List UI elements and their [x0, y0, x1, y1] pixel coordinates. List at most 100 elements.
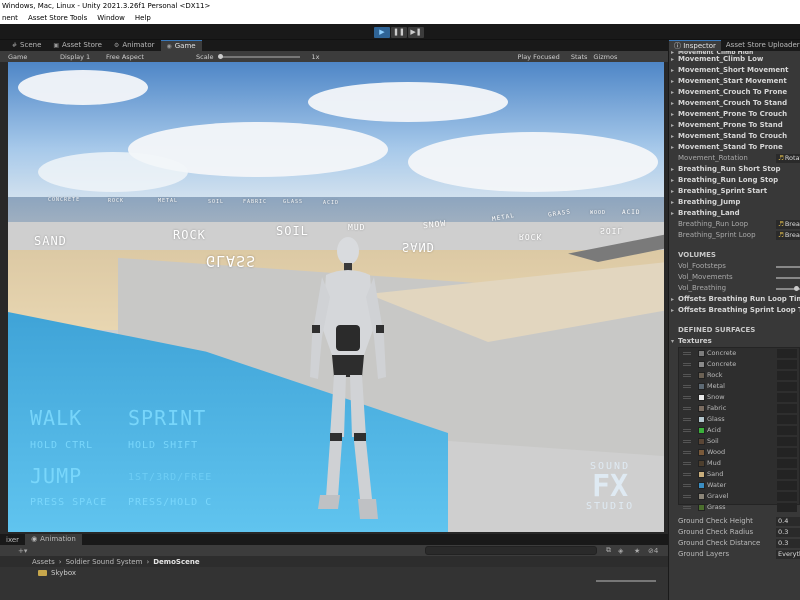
volume-slider[interactable] — [776, 286, 800, 291]
texture-field[interactable] — [777, 360, 797, 369]
foldout-item[interactable]: Movement_Stand To Prone — [669, 142, 800, 153]
game-viewport[interactable]: CONCRETE ROCK METAL SOIL FABRIC GLASS AC… — [8, 62, 664, 532]
texture-field[interactable] — [777, 382, 797, 391]
menu-window[interactable]: Window — [97, 12, 125, 24]
star-icon[interactable]: ★ — [634, 547, 640, 555]
breadcrumb-soldier-sound-system[interactable]: Soldier Sound System — [66, 558, 143, 566]
drag-handle-icon[interactable] — [683, 396, 691, 399]
texture-row[interactable]: Glass — [679, 414, 799, 425]
drag-handle-icon[interactable] — [683, 440, 691, 443]
foldout-item[interactable]: Movement_Start Movement — [669, 76, 800, 87]
drag-handle-icon[interactable] — [683, 506, 691, 509]
foldout-item[interactable]: Movement_Climb Low — [669, 54, 800, 65]
foldout-item[interactable]: Movement_Prone To Crouch — [669, 109, 800, 120]
texture-row[interactable]: Soil — [679, 436, 799, 447]
texture-field[interactable] — [777, 393, 797, 402]
texture-field[interactable] — [777, 404, 797, 413]
menu-asset-store-tools[interactable]: Asset Store Tools — [28, 12, 87, 24]
texture-row[interactable]: Wood — [679, 447, 799, 458]
texture-field[interactable] — [777, 470, 797, 479]
folder-skybox[interactable]: Skybox — [38, 569, 76, 577]
volume-slider[interactable] — [776, 277, 800, 279]
foldout-item[interactable]: Breathing_Land — [669, 208, 800, 219]
foldout-item[interactable]: Movement_Crouch To Prone — [669, 87, 800, 98]
texture-row[interactable]: Gravel — [679, 491, 799, 502]
texture-row[interactable]: Rock — [679, 370, 799, 381]
display-dropdown[interactable]: Display 1 — [52, 53, 98, 61]
texture-field[interactable] — [777, 492, 797, 501]
drag-handle-icon[interactable] — [683, 473, 691, 476]
texture-row[interactable]: Grass — [679, 502, 799, 513]
play-button[interactable]: ▶ — [374, 27, 390, 38]
texture-field[interactable] — [777, 426, 797, 435]
drag-handle-icon[interactable] — [683, 352, 691, 355]
tab-animation[interactable]: ◉ Animation — [25, 534, 82, 545]
foldout-item[interactable]: Breathing_Run Short Stop — [669, 164, 800, 175]
zoom-slider[interactable] — [596, 580, 656, 582]
foldout-item[interactable]: Breathing_Jump — [669, 197, 800, 208]
hidden-count[interactable]: ⊘4 — [648, 547, 658, 555]
menu-help[interactable]: Help — [135, 12, 151, 24]
step-button[interactable]: ▶❚ — [408, 27, 424, 38]
ground-layers-dropdown[interactable]: Everythi — [776, 550, 800, 559]
slider-knob[interactable] — [793, 286, 799, 291]
foldout-item[interactable]: Movement_Short Movement — [669, 65, 800, 76]
tab-inspector[interactable]: ⓘ Inspector — [669, 40, 721, 51]
texture-row[interactable]: Sand — [679, 469, 799, 480]
movement-rotation-value[interactable]: Rotat — [776, 154, 800, 163]
texture-field[interactable] — [777, 481, 797, 490]
drag-handle-icon[interactable] — [683, 374, 691, 377]
pause-button[interactable]: ❚❚ — [391, 27, 407, 38]
drag-handle-icon[interactable] — [683, 407, 691, 410]
texture-field[interactable] — [777, 448, 797, 457]
label-icon[interactable]: ◈ — [618, 547, 623, 555]
ground-check-distance-input[interactable]: 0.3 — [776, 539, 800, 548]
drag-handle-icon[interactable] — [683, 462, 691, 465]
aspect-dropdown[interactable]: Free Aspect — [98, 53, 188, 61]
drag-handle-icon[interactable] — [683, 451, 691, 454]
drag-handle-icon[interactable] — [683, 418, 691, 421]
texture-row[interactable]: Concrete — [679, 359, 799, 370]
ground-check-radius-input[interactable]: 0.3 — [776, 528, 800, 537]
texture-field[interactable] — [777, 437, 797, 446]
tab-asset-store-uploader[interactable]: Asset Store Uploader — [721, 40, 800, 51]
texture-row[interactable]: Fabric — [679, 403, 799, 414]
gizmos-button[interactable]: Gizmos — [590, 53, 620, 61]
foldout-item[interactable]: Movement_Crouch To Stand — [669, 98, 800, 109]
texture-field[interactable] — [777, 415, 797, 424]
add-icon[interactable]: +▾ — [18, 547, 27, 555]
play-focused-dropdown[interactable]: Play Focused — [510, 53, 568, 61]
foldout-item[interactable]: Movement_Stand To Crouch — [669, 131, 800, 142]
drag-handle-icon[interactable] — [683, 484, 691, 487]
breadcrumb-demoscene[interactable]: DemoScene — [153, 558, 199, 566]
tab-scene[interactable]: # Scene — [6, 40, 47, 51]
tab-audio-mixer[interactable]: ixer — [0, 536, 25, 544]
drag-handle-icon[interactable] — [683, 385, 691, 388]
filter-icon[interactable]: ⧉ — [606, 546, 611, 555]
menu-component[interactable]: nent — [2, 12, 18, 24]
tab-animator[interactable]: ⚙ Animator — [108, 40, 161, 51]
texture-field[interactable] — [777, 371, 797, 380]
texture-row[interactable]: Acid — [679, 425, 799, 436]
texture-field[interactable] — [777, 349, 797, 358]
foldout-item[interactable]: Movement_Prone To Stand — [669, 120, 800, 131]
drag-handle-icon[interactable] — [683, 363, 691, 366]
texture-row[interactable]: Snow — [679, 392, 799, 403]
foldout-item[interactable]: Breathing_Sprint Start — [669, 186, 800, 197]
game-dropdown[interactable]: Game — [0, 53, 52, 61]
project-search-input[interactable] — [425, 546, 597, 555]
tab-asset-store[interactable]: ▣ Asset Store — [47, 40, 108, 51]
textures-foldout[interactable]: Textures — [669, 336, 800, 347]
texture-field[interactable] — [777, 459, 797, 468]
breadcrumb-assets[interactable]: Assets — [32, 558, 55, 566]
foldout-item[interactable]: Offsets Breathing Sprint Loop Time — [669, 305, 800, 316]
volume-slider[interactable] — [776, 266, 800, 268]
texture-field[interactable] — [777, 503, 797, 512]
foldout-item[interactable]: Breathing_Run Long Stop — [669, 175, 800, 186]
drag-handle-icon[interactable] — [683, 429, 691, 432]
tab-game[interactable]: ◉ Game — [160, 40, 202, 51]
texture-row[interactable]: Water — [679, 480, 799, 491]
drag-handle-icon[interactable] — [683, 495, 691, 498]
stats-button[interactable]: Stats — [568, 53, 591, 61]
ground-check-height-input[interactable]: 0.4 — [776, 517, 800, 526]
